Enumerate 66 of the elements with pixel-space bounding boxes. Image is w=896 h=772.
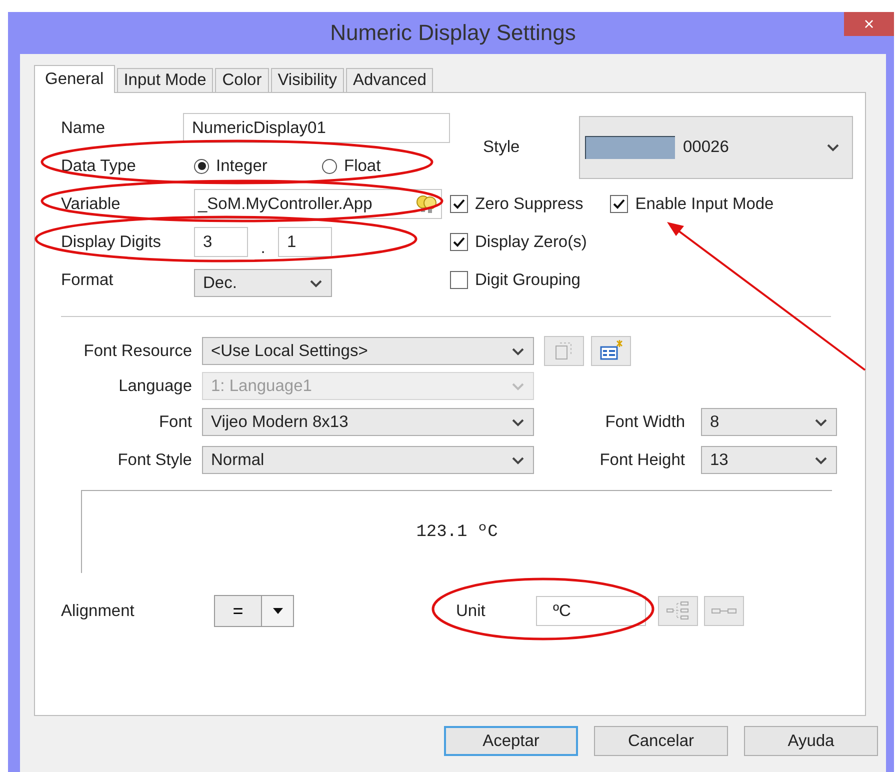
lightbulb-icon — [415, 194, 439, 214]
window-title: Numeric Display Settings — [330, 20, 576, 46]
dialog-button[interactable]: Ayuda — [744, 726, 878, 756]
radio-option[interactable]: Integer — [194, 156, 322, 176]
chevron-icon — [511, 455, 525, 465]
font-width-dropdown[interactable]: 8 — [701, 408, 837, 436]
checkbox[interactable]: Enable Input Mode — [610, 194, 774, 214]
dialog-button[interactable]: Cancelar — [594, 726, 728, 756]
field-label: Format — [61, 270, 114, 290]
checkbox[interactable]: Zero Suppress — [450, 194, 584, 214]
style-dropdown[interactable]: 00026 — [579, 116, 853, 178]
decimal-digits-field[interactable]: 1 — [278, 227, 332, 257]
chevron-icon — [826, 142, 840, 152]
field-label: Alignment — [61, 602, 136, 620]
chevron-icon — [511, 346, 525, 356]
font-style-dropdown[interactable]: Normal — [202, 446, 534, 474]
field-label: Font Height — [598, 450, 686, 470]
chevron-icon — [309, 278, 323, 288]
checkmark-icon — [453, 237, 465, 247]
decimal-separator: . — [260, 238, 266, 258]
chevron-icon — [814, 455, 828, 465]
field-label: Display Digits — [61, 232, 162, 252]
link-button[interactable] — [704, 596, 744, 626]
link-icon — [711, 608, 737, 614]
table-icon — [598, 340, 624, 362]
close-button[interactable]: × — [844, 12, 894, 36]
copy-button[interactable] — [544, 336, 584, 366]
field-label: Font Width — [604, 412, 686, 432]
checkbox[interactable]: Display Zero(s) — [450, 232, 587, 252]
field-label: Font Style — [116, 450, 192, 470]
integer-digits-field[interactable]: 3 — [194, 227, 248, 257]
tree-icon — [665, 600, 691, 622]
radio-option[interactable]: Float — [322, 156, 450, 176]
font-dropdown[interactable]: Vijeo Modern 8x13 — [202, 408, 534, 436]
chevron-icon — [511, 417, 525, 427]
field-label: Font — [158, 412, 192, 432]
format-dropdown[interactable]: Dec. — [194, 269, 332, 297]
field-label: Font Resource — [82, 342, 192, 360]
field-label: Data Type — [61, 156, 137, 176]
dropdown-button[interactable] — [261, 596, 293, 626]
preview-text: 123.1 ºC — [416, 522, 498, 542]
tree-button[interactable] — [658, 596, 698, 626]
chevron-icon — [511, 381, 525, 391]
checkmark-icon — [453, 199, 465, 209]
tab[interactable]: Advanced — [346, 68, 434, 92]
field-label: Style — [483, 138, 521, 156]
chevron-icon — [814, 417, 828, 427]
alignment-button[interactable]: = — [215, 596, 261, 626]
checkbox[interactable]: Digit Grouping — [450, 270, 580, 290]
unit-field[interactable]: ºC — [536, 596, 646, 626]
tab[interactable]: Visibility — [270, 68, 344, 92]
name-field[interactable]: NumericDisplay01 — [183, 113, 450, 143]
dialog-button[interactable]: Aceptar — [444, 726, 578, 756]
field-label: Variable — [61, 194, 122, 214]
field-label: Language — [118, 376, 192, 396]
caret-icon — [272, 607, 284, 615]
field-label: Name — [61, 118, 106, 138]
checkmark-icon — [613, 199, 626, 209]
tab[interactable]: General — [34, 65, 115, 93]
font-table-button[interactable] — [591, 336, 631, 366]
field-label: Unit — [456, 602, 486, 620]
tab[interactable]: Color — [215, 68, 269, 92]
variable-field[interactable]: _SoM.MyController.App — [194, 189, 442, 219]
font-resource-dropdown[interactable]: <Use Local Settings> — [202, 337, 534, 365]
font-height-dropdown[interactable]: 13 — [701, 446, 837, 474]
tab[interactable]: Input Mode — [116, 68, 214, 92]
